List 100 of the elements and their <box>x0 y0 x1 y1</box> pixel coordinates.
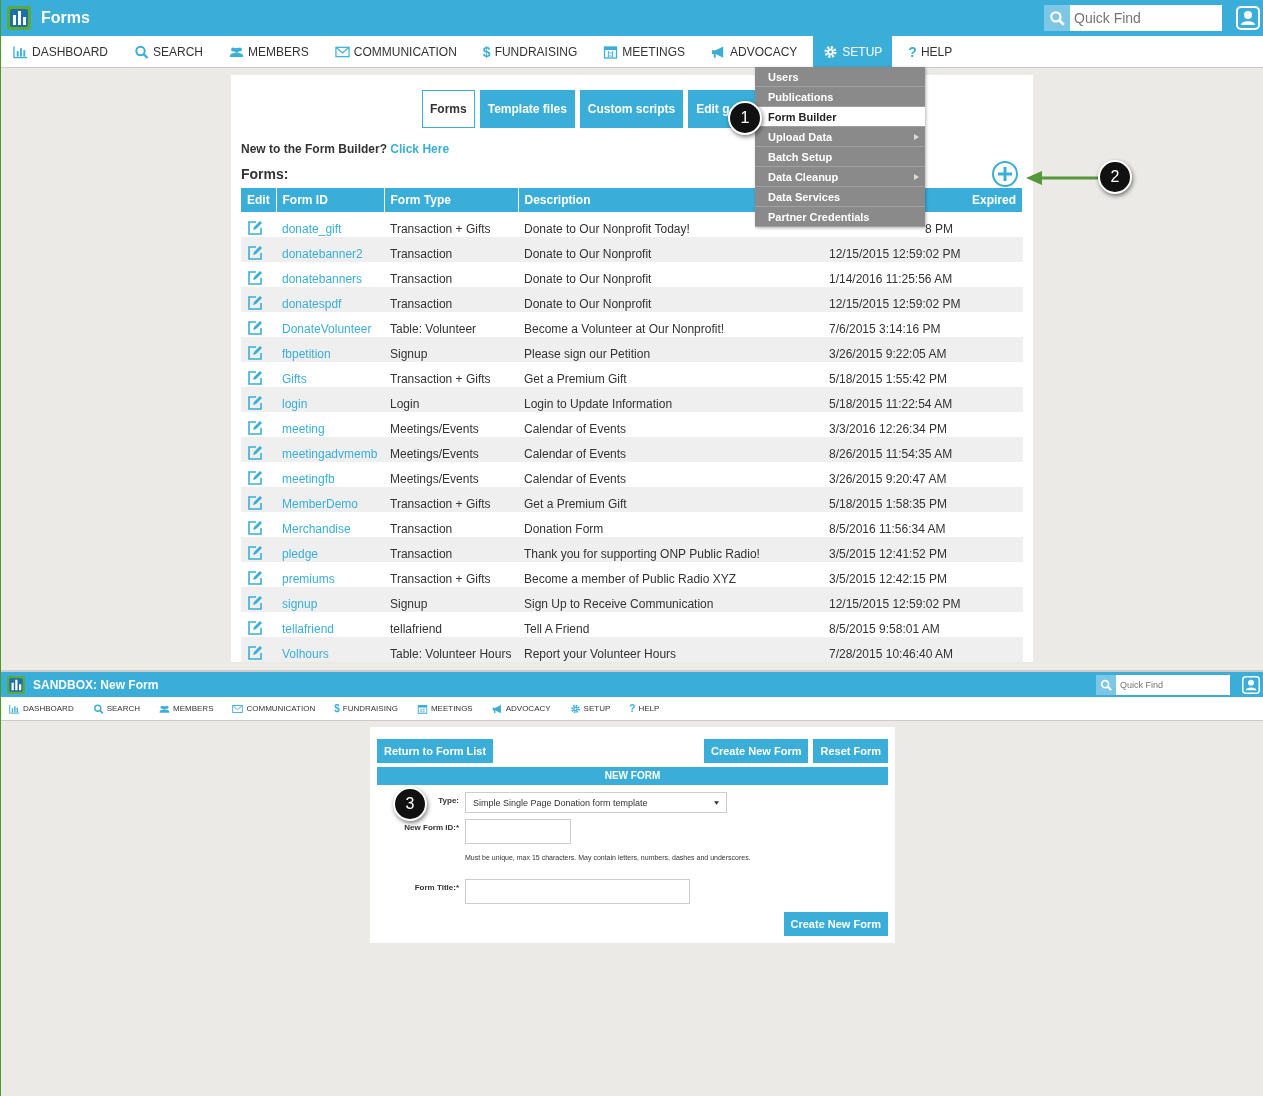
nav-item[interactable]: ? HELP <box>908 36 963 67</box>
quick-find-field[interactable]: Quick Find <box>1116 674 1230 695</box>
table-cell: 5/18/2015 11:22:54 AM <box>829 397 953 411</box>
nav-item[interactable]: SEARCH <box>134 36 214 67</box>
form-id-field[interactable] <box>465 819 571 844</box>
nav-item[interactable]: $ FUNDRAISING <box>334 697 408 720</box>
table-cell: 3/3/2016 12:26:34 PM <box>829 422 948 436</box>
form-id-link[interactable]: pledge <box>282 547 319 561</box>
form-id-link[interactable]: signup <box>282 597 318 611</box>
form-id-link[interactable]: tellafriend <box>282 622 335 636</box>
nav-label: SETUP <box>842 44 883 59</box>
menu-item[interactable]: Partner Credentials <box>755 207 925 227</box>
table-cell: 8/5/2016 11:56:34 AM <box>829 522 946 536</box>
search-icon[interactable] <box>1096 674 1116 695</box>
form-title-field[interactable] <box>465 879 690 904</box>
dollar-sign: $ <box>482 43 491 60</box>
user-icon[interactable] <box>1242 675 1260 694</box>
tab[interactable]: Forms <box>422 90 475 128</box>
tab[interactable]: Custom scripts <box>579 90 684 128</box>
table-cell: 3/5/2015 12:42:15 PM <box>829 572 948 586</box>
form-id-link[interactable]: donatebanners <box>282 272 363 286</box>
table-cell: 12/15/2015 12:59:02 PM <box>829 247 961 261</box>
nav-label: SETUP <box>583 704 611 713</box>
return-button[interactable]: Return to Form List <box>377 739 494 763</box>
edit-icon[interactable] <box>247 244 263 261</box>
edit-icon[interactable] <box>247 644 263 661</box>
edit-icon[interactable] <box>247 369 263 386</box>
tab[interactable]: Template files <box>479 90 575 128</box>
nav-item[interactable]: MEETINGS <box>416 697 483 720</box>
table-cell: Meetings/Events <box>390 447 479 461</box>
table-cell: Table: Volunteer <box>390 322 477 336</box>
form-button[interactable]: Reset Form <box>813 739 888 763</box>
nav-item[interactable]: ADVOCACY <box>491 697 561 720</box>
nav-item[interactable]: MEMBERS <box>159 697 224 720</box>
nav-item[interactable]: COMMUNICATION <box>334 36 467 67</box>
quick-find-field[interactable]: Quick Find <box>1070 5 1222 31</box>
menu-item[interactable]: Batch Setup <box>755 147 925 167</box>
edit-icon[interactable] <box>247 294 263 311</box>
edit-icon[interactable] <box>247 519 263 536</box>
table-cell: 5/18/2015 1:55:42 PM <box>829 372 948 386</box>
nav-item[interactable]: SEARCH <box>92 697 151 720</box>
table-cell: Transaction <box>390 247 453 261</box>
form-id-link[interactable]: premiums <box>282 572 335 586</box>
nav-item[interactable]: SETUP <box>569 697 621 720</box>
edit-icon[interactable] <box>247 619 263 636</box>
form-id-link[interactable]: Merchandise <box>282 522 351 536</box>
table-cell: Donate to Our Nonprofit <box>524 272 652 286</box>
nav-item[interactable]: COMMUNICATION <box>232 697 326 720</box>
form-button[interactable]: Create New Form <box>704 739 809 763</box>
edit-icon[interactable] <box>247 394 263 411</box>
table-cell: 12/15/2015 12:59:02 PM <box>829 597 961 611</box>
type-select[interactable]: Simple Single Page Donation form template <box>465 792 727 813</box>
form-id-link[interactable]: donate_gift <box>282 222 342 236</box>
gear-icon <box>569 703 581 714</box>
menu-item[interactable]: Data Services <box>755 187 925 207</box>
edit-icon[interactable] <box>247 444 263 461</box>
user-icon[interactable] <box>1236 6 1260 30</box>
app-title: Forms <box>41 9 90 27</box>
edit-icon[interactable] <box>247 319 263 336</box>
table-cell: Report your Volunteer Hours <box>524 647 677 661</box>
people-icon <box>159 703 171 714</box>
edit-icon[interactable] <box>247 419 263 436</box>
add-icon[interactable] <box>991 160 1019 188</box>
table-cell: Become a Volunteer at Our Nonprofit! <box>524 322 725 336</box>
nav-item[interactable]: MEETINGS <box>603 36 695 67</box>
nav-item[interactable]: SETUP <box>813 36 893 67</box>
submenu-arrow-icon <box>914 173 919 180</box>
nav-item[interactable]: DASHBOARD <box>13 36 118 67</box>
table-cell: Calendar of Events <box>524 422 627 436</box>
form-id-link[interactable]: meeting <box>282 422 325 436</box>
edit-icon[interactable] <box>247 469 263 486</box>
create-button[interactable]: Create New Form <box>783 912 888 936</box>
edit-icon[interactable] <box>247 569 263 586</box>
nav-item[interactable]: $ FUNDRAISING <box>482 36 588 67</box>
search-icon[interactable] <box>1044 5 1070 31</box>
table-cell: Donate to Our Nonprofit <box>524 297 652 311</box>
menu-item[interactable]: Users <box>755 67 925 87</box>
form-id-link[interactable]: meetingfb <box>282 472 335 486</box>
nav-item[interactable]: DASHBOARD <box>9 697 84 720</box>
menu-item[interactable]: Upload Data <box>755 127 925 147</box>
table-cell: Sign Up to Receive Communication <box>524 597 714 611</box>
nav-label: ADVOCACY <box>505 704 551 713</box>
nav-label: MEETINGS <box>622 44 685 59</box>
nav-item[interactable]: MEMBERS <box>229 36 319 67</box>
edit-icon[interactable] <box>247 594 263 611</box>
form-id-link[interactable]: Gifts <box>282 372 307 386</box>
edit-icon[interactable] <box>247 494 263 511</box>
table-cell: 7/28/2015 10:46:40 AM <box>829 647 954 661</box>
menu-item[interactable]: Data Cleanup <box>755 167 925 187</box>
click-here-link[interactable]: Click Here <box>390 142 450 156</box>
edit-icon[interactable] <box>247 219 263 236</box>
table-cell: Transaction + Gifts <box>390 372 491 386</box>
edit-icon[interactable] <box>247 344 263 361</box>
nav-item[interactable]: ? HELP <box>629 697 670 720</box>
form-id-link[interactable]: DonateVolunteer <box>282 322 372 336</box>
nav-item[interactable]: ADVOCACY <box>710 36 808 67</box>
nav-label: FUNDRAISING <box>342 704 398 713</box>
edit-icon[interactable] <box>247 544 263 561</box>
edit-icon[interactable] <box>247 269 263 286</box>
form-id-link[interactable]: login <box>282 397 308 411</box>
